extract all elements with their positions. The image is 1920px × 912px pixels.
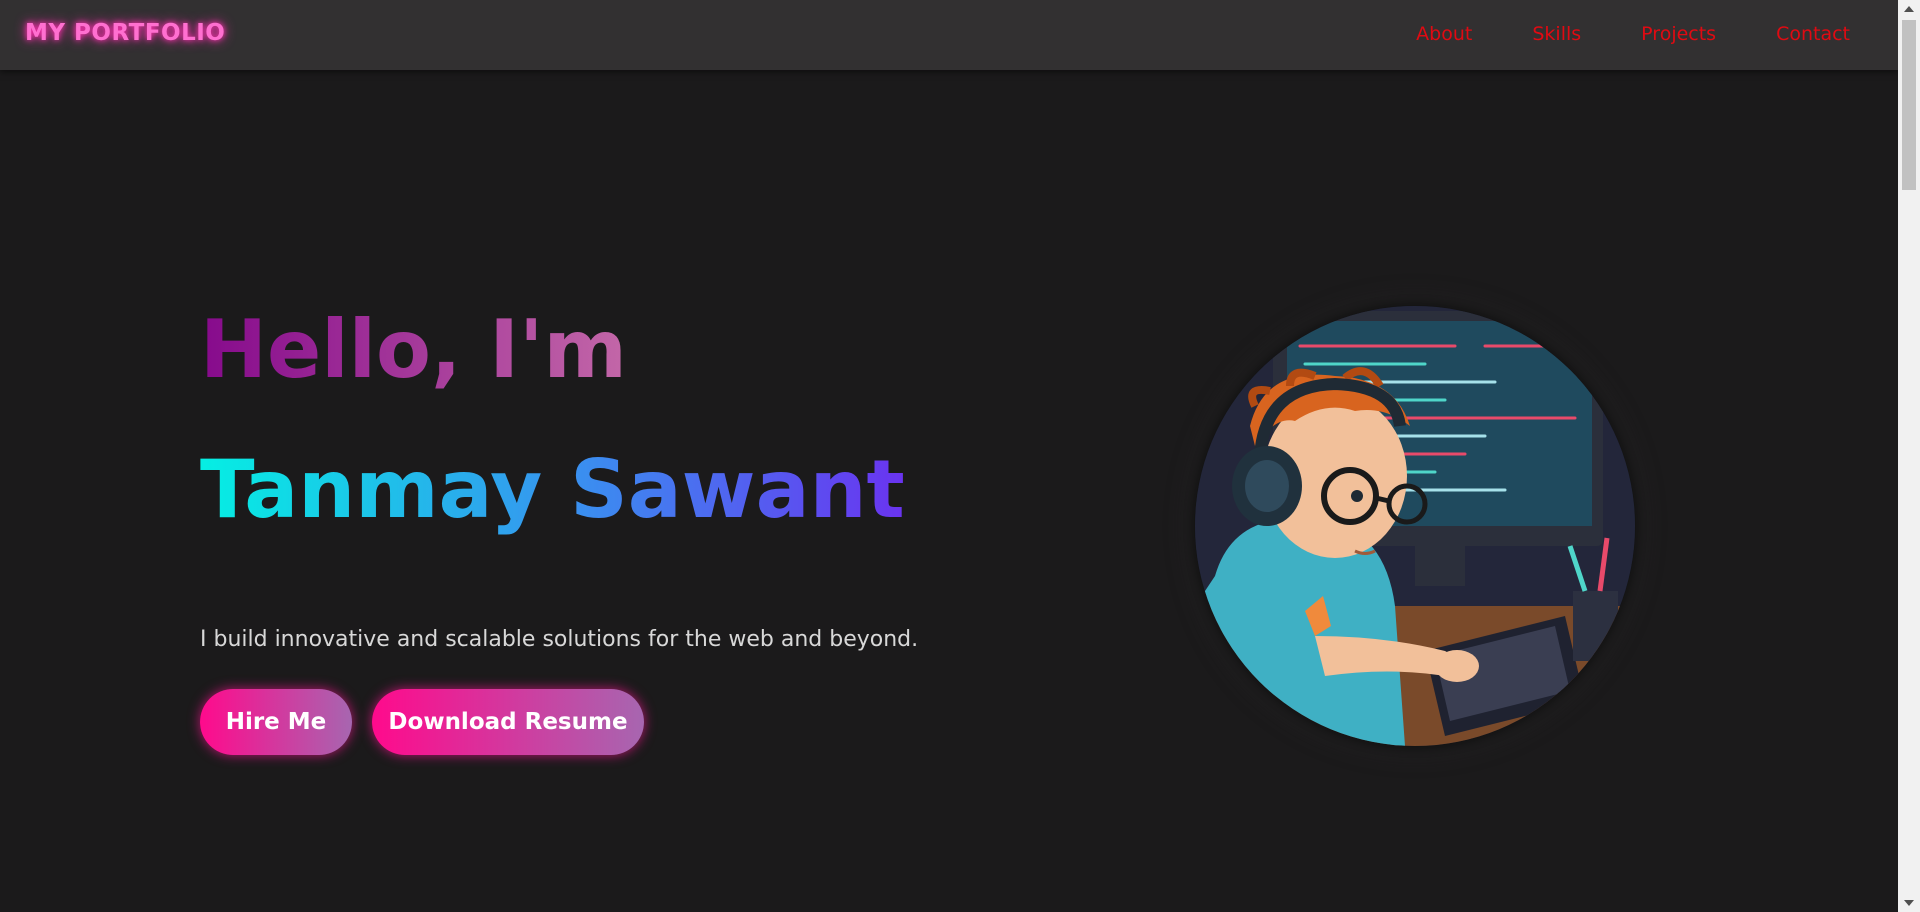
hero-greeting: Hello, I'm [200,300,627,400]
download-resume-button[interactable]: Download Resume [372,689,644,755]
nav-link-skills[interactable]: Skills [1532,23,1581,45]
scroll-up-icon[interactable] [1904,6,1914,12]
profile-avatar [1195,306,1635,746]
nav-links: About Skills Projects Contact [1356,23,1850,45]
hero-name: Tanmay Sawant [200,440,905,540]
nav-link-contact[interactable]: Contact [1776,23,1850,45]
site-logo[interactable]: MY PORTFOLIO [25,20,225,46]
hire-me-button[interactable]: Hire Me [200,689,352,755]
scrollbar-thumb[interactable] [1902,20,1916,190]
nav-link-about[interactable]: About [1416,23,1472,45]
page-scrollbar[interactable] [1898,0,1920,912]
scroll-down-icon[interactable] [1904,900,1914,906]
navbar: MY PORTFOLIO About Skills Projects Conta… [0,0,1898,70]
coder-avatar-illustration-icon [1195,306,1635,746]
hero-tagline: I build innovative and scalable solution… [200,627,919,652]
nav-link-projects[interactable]: Projects [1641,23,1716,45]
